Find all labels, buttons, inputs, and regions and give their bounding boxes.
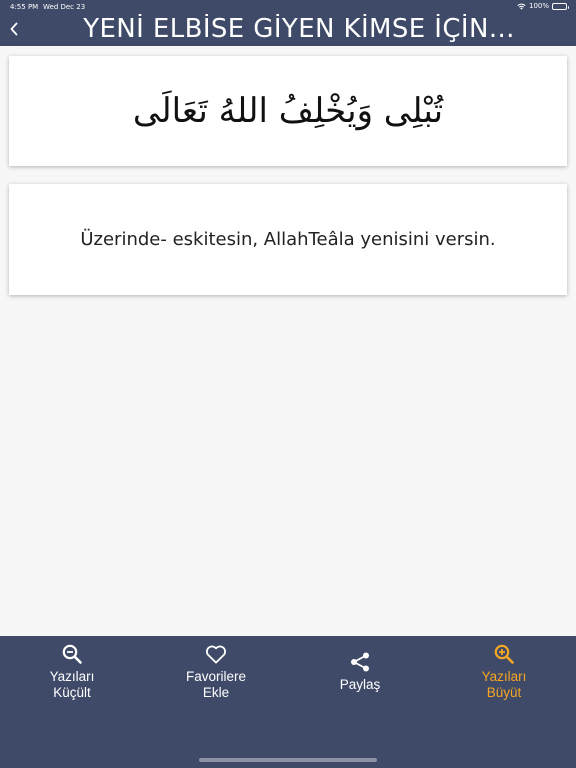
tab-share-label: Paylaş	[339, 677, 381, 692]
battery-icon	[552, 2, 569, 10]
tab-share[interactable]: Paylaş	[288, 642, 432, 714]
tab-text-smaller-label: Yazıları Küçült	[49, 669, 95, 700]
tab-text-smaller[interactable]: Yazıları Küçült	[0, 642, 144, 714]
tab-text-larger[interactable]: Yazıları Büyüt	[432, 642, 576, 714]
status-time: 4:55 PM	[10, 3, 39, 11]
status-date: Wed Dec 23	[43, 3, 86, 11]
share-icon	[348, 650, 372, 674]
translation-card: Üzerinde- eskitesin, AllahTeâla yenisini…	[9, 184, 567, 295]
status-indicators: 100%	[517, 2, 569, 10]
tab-add-favorites-label: Favorilere Ekle	[185, 669, 247, 700]
wifi-icon	[517, 3, 526, 10]
zoom-in-icon	[492, 642, 516, 666]
back-button[interactable]	[4, 17, 24, 41]
bottom-tab-bar: Yazıları Küçült Favorilere Ekle Paylaş Y…	[0, 636, 576, 768]
tab-text-larger-label: Yazıları Büyüt	[481, 669, 527, 700]
chevron-left-icon	[10, 22, 18, 36]
battery-percent: 100%	[528, 2, 549, 10]
arabic-text: تُبْلِى وَيُخْلِفُ اللهُ تَعَالَى	[132, 91, 444, 131]
tab-add-favorites[interactable]: Favorilere Ekle	[144, 642, 288, 714]
status-bar: 4:55 PM Wed Dec 23 100%	[0, 0, 576, 12]
translation-text: Üzerinde- eskitesin, AllahTeâla yenisini…	[80, 229, 496, 250]
arabic-card: تُبْلِى وَيُخْلِفُ اللهُ تَعَالَى	[9, 56, 567, 166]
home-indicator[interactable]	[199, 758, 377, 762]
heart-icon	[204, 642, 228, 666]
navigation-bar: 4:55 PM Wed Dec 23 100% YENİ ELBİSE GİYE…	[0, 0, 576, 46]
page-title: YENİ ELBİSE GİYEN KİMSE İÇİN...	[83, 14, 515, 44]
zoom-out-icon	[60, 642, 84, 666]
